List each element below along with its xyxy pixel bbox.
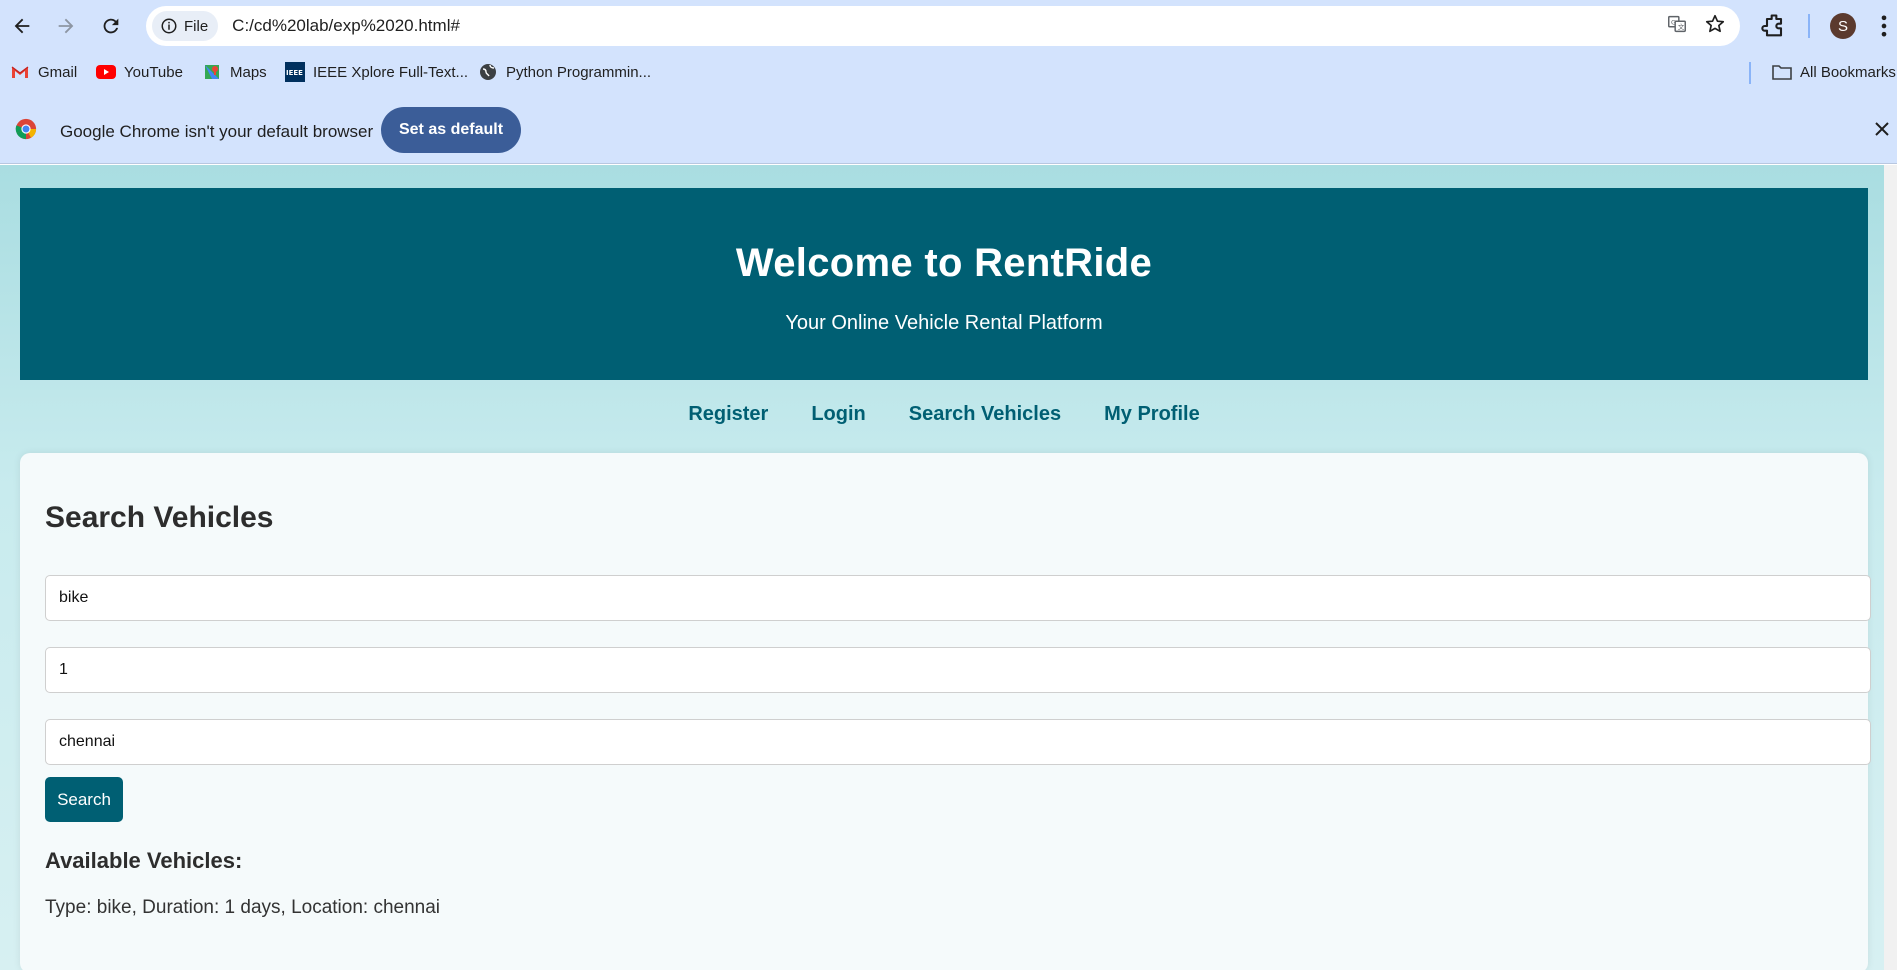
vehicle-type-input[interactable] [45,575,1871,621]
bookmark-maps[interactable]: Maps [202,62,267,82]
bookmarks-divider [1749,62,1751,84]
browser-toolbar: File C:/cd%20lab/exp%2020.html# G文 S [0,0,1897,52]
close-icon[interactable] [1873,120,1891,138]
info-icon [161,18,177,34]
bookmark-ieee[interactable]: IEEE IEEE Xplore Full-Text... [285,62,468,82]
extensions-icon[interactable] [1760,12,1788,40]
profile-avatar[interactable]: S [1830,13,1856,39]
bookmark-label: YouTube [124,63,183,81]
nav-my-profile[interactable]: My Profile [1104,403,1200,426]
globe-icon [478,62,498,82]
address-bar[interactable]: File C:/cd%20lab/exp%2020.html# G文 [146,6,1740,46]
chrome-logo-icon [15,118,37,140]
chip-label: File [184,17,209,35]
more-menu-icon[interactable] [1876,12,1892,40]
result-item: Type: bike, Duration: 1 days, Location: … [45,897,441,918]
nav-login[interactable]: Login [811,403,865,426]
bookmark-gmail[interactable]: Gmail [10,62,77,82]
location-input[interactable] [45,719,1871,765]
svg-text:文: 文 [1678,22,1685,31]
all-bookmarks[interactable]: All Bookmarks [1772,62,1896,82]
search-card: Search Vehicles Search Available Vehicle… [20,453,1871,970]
gmail-icon [10,62,30,82]
bookmark-label: Gmail [38,63,78,81]
bookmark-youtube[interactable]: YouTube [96,62,183,82]
bookmark-label: Maps [230,63,267,81]
set-default-button[interactable]: Set as default [381,107,521,153]
toolbar-divider [1808,14,1810,38]
site-info-chip[interactable]: File [152,11,219,41]
ieee-icon: IEEE [285,62,305,82]
default-browser-infobar: Google Chrome isn't your default browser… [0,92,1897,164]
site-header: Welcome to RentRide Your Online Vehicle … [20,188,1868,380]
bookmark-python[interactable]: Python Programmin... [478,62,651,82]
bookmark-star-icon[interactable] [1704,13,1726,35]
search-title: Search Vehicles [45,501,274,534]
back-button[interactable] [2,6,42,46]
svg-text:G: G [1671,18,1676,26]
url-text[interactable]: C:/cd%20lab/exp%2020.html# [232,16,460,36]
page-viewport: Welcome to RentRide Your Online Vehicle … [0,165,1897,970]
forward-button[interactable] [46,6,86,46]
maps-icon [202,62,222,82]
reload-button[interactable] [91,6,131,46]
nav-search-vehicles[interactable]: Search Vehicles [909,403,1061,426]
nav-register[interactable]: Register [688,403,768,426]
folder-icon [1772,62,1792,82]
infobar-message: Google Chrome isn't your default browser [60,122,374,141]
duration-input[interactable] [45,647,1871,693]
youtube-icon [96,62,116,82]
all-bookmarks-label: All Bookmarks [1800,63,1896,81]
page-scrollbar[interactable] [1884,165,1897,970]
site-subtitle: Your Online Vehicle Rental Platform [785,312,1103,334]
main-nav: Register Login Search Vehicles My Profil… [0,403,1888,426]
bookmark-label: IEEE Xplore Full-Text... [313,63,469,81]
site-title: Welcome to RentRide [735,241,1153,285]
reload-icon [103,18,119,34]
forward-arrow-icon [58,18,74,34]
bookmarks-bar: Gmail YouTube Maps IEEE IEEE Xplore Full… [0,52,1897,92]
svg-text:IEEE: IEEE [286,69,303,77]
translate-icon[interactable]: G文 [1666,13,1688,35]
back-arrow-icon [14,18,30,34]
search-button[interactable]: Search [45,777,123,822]
bookmark-label: Python Programmin... [506,63,652,81]
results-heading: Available Vehicles: [45,848,243,873]
